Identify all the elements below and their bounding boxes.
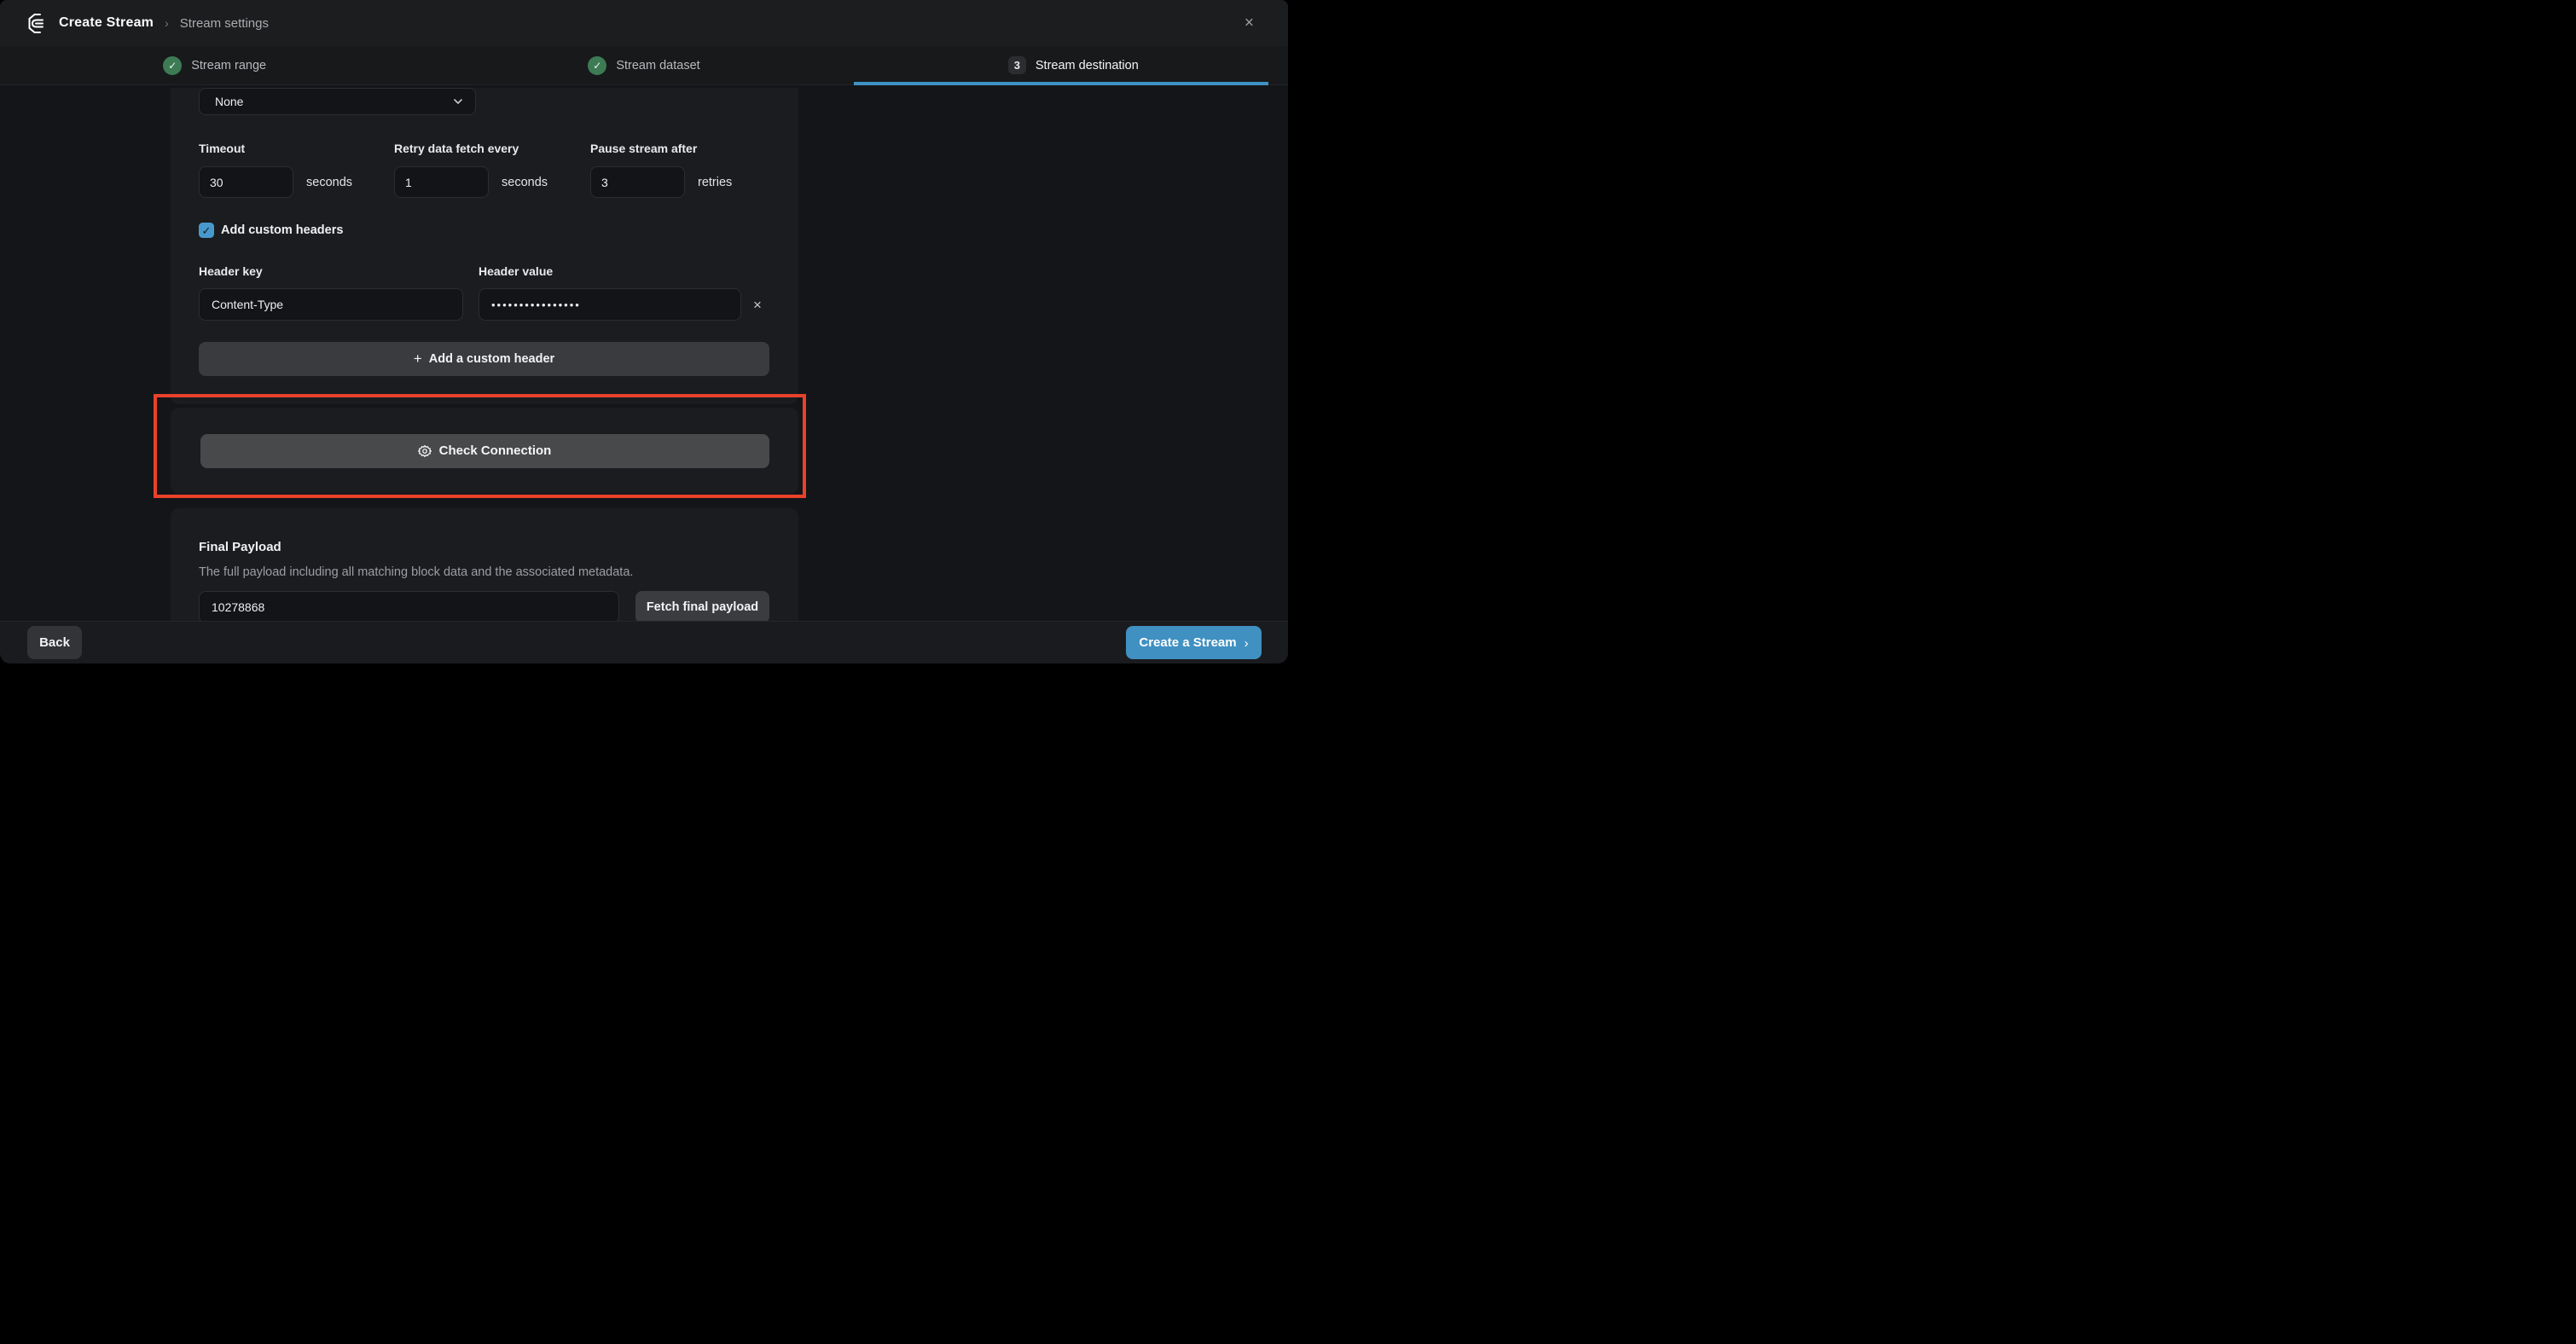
payload-block-input[interactable]	[199, 591, 619, 623]
check-connection-card: Check Connection	[171, 408, 798, 494]
check-connection-button[interactable]: Check Connection	[200, 434, 769, 468]
header: Create Stream › Stream settings ×	[0, 0, 1288, 46]
step-stream-dataset[interactable]: ✓ Stream dataset	[429, 46, 858, 84]
header-labels-row: Header key Header value	[199, 264, 770, 278]
page-title: Create Stream	[59, 15, 154, 31]
timeout-label: Timeout	[199, 142, 394, 155]
step-stream-destination[interactable]: 3 Stream destination	[859, 46, 1288, 84]
custom-headers-toggle-row: ✓ Add custom headers	[199, 223, 770, 238]
timing-fields-row: Timeout seconds Retry data fetch every s…	[199, 142, 770, 198]
fetch-final-payload-button[interactable]: Fetch final payload	[635, 591, 769, 623]
plus-icon: +	[414, 350, 422, 368]
back-button[interactable]: Back	[27, 626, 82, 659]
retry-input[interactable]	[394, 166, 489, 198]
stepper: ✓ Stream range ✓ Stream dataset 3 Stream…	[0, 46, 1288, 85]
app-logo-icon	[27, 13, 49, 34]
final-payload-row: Fetch final payload	[199, 591, 770, 623]
destination-settings-card: None Timeout seconds Retry data fetch ev…	[171, 88, 798, 404]
chevron-right-icon: ›	[1244, 636, 1249, 651]
main-content: None Timeout seconds Retry data fetch ev…	[0, 85, 1288, 663]
pause-label: Pause stream after	[590, 142, 732, 155]
final-payload-title: Final Payload	[199, 540, 770, 554]
step-number-badge: 3	[1008, 56, 1026, 74]
retry-suffix: seconds	[502, 176, 548, 189]
add-custom-header-button[interactable]: + Add a custom header	[199, 342, 769, 376]
select-value: None	[215, 95, 243, 108]
header-key-input[interactable]	[199, 288, 463, 321]
header-value-input[interactable]	[479, 288, 741, 321]
step-stream-range[interactable]: ✓ Stream range	[0, 46, 429, 84]
timeout-input[interactable]	[199, 166, 293, 198]
reorg-handling-select[interactable]: None	[199, 88, 476, 115]
add-custom-headers-checkbox[interactable]: ✓	[199, 223, 214, 238]
header-value-label: Header value	[479, 264, 553, 278]
step-label: Stream range	[191, 59, 266, 72]
header-row: ×	[199, 288, 770, 321]
chevron-right-icon: ›	[165, 16, 169, 30]
footer-bar: Back Create a Stream ›	[0, 621, 1288, 663]
timeout-suffix: seconds	[306, 176, 352, 189]
remove-header-icon[interactable]: ×	[753, 298, 762, 312]
chevron-down-icon	[453, 96, 463, 107]
create-stream-modal: Create Stream › Stream settings × ✓ Stre…	[0, 0, 1288, 663]
gear-icon	[418, 444, 432, 458]
step-label: Stream dataset	[616, 59, 699, 72]
pause-input[interactable]	[590, 166, 685, 198]
check-icon: ✓	[163, 56, 182, 75]
header-key-label: Header key	[199, 264, 479, 278]
retry-label: Retry data fetch every	[394, 142, 590, 155]
final-payload-description: The full payload including all matching …	[199, 565, 770, 579]
add-custom-headers-label: Add custom headers	[221, 223, 343, 237]
step-label: Stream destination	[1036, 59, 1139, 72]
add-custom-header-label: Add a custom header	[429, 352, 554, 366]
check-icon: ✓	[588, 56, 606, 75]
close-icon[interactable]: ×	[1241, 12, 1257, 35]
final-payload-card: Final Payload The full payload including…	[171, 508, 798, 629]
check-connection-label: Check Connection	[439, 443, 552, 458]
create-stream-button[interactable]: Create a Stream ›	[1126, 626, 1262, 659]
create-stream-label: Create a Stream	[1139, 635, 1236, 650]
pause-suffix: retries	[698, 176, 732, 189]
breadcrumb: Stream settings	[180, 16, 269, 31]
